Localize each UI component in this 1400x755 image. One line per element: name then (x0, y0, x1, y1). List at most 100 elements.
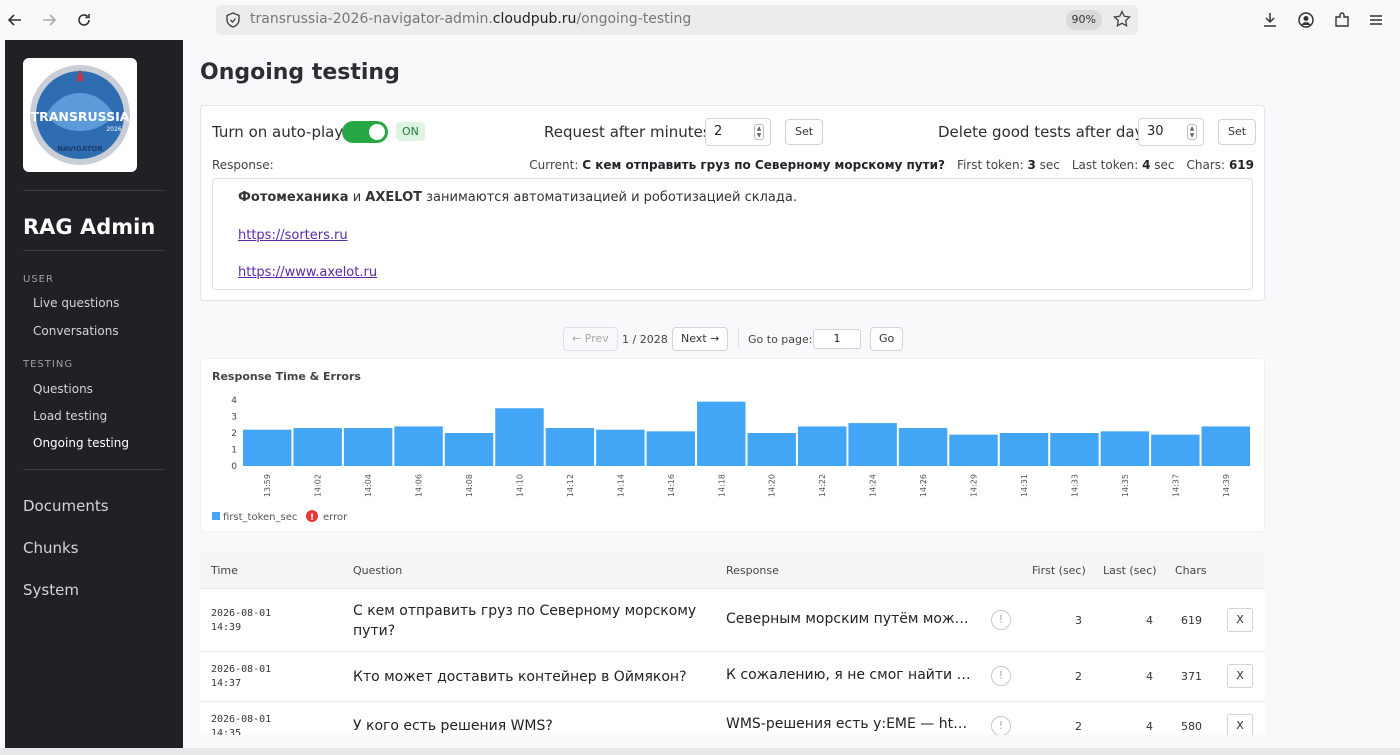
cell-response: К сожалению, я не смог найти отвечающие (726, 667, 971, 683)
table-row[interactable]: 2026-08-01 14:35 У кого есть решения WMS… (200, 701, 1265, 735)
status-strip (0, 748, 1400, 755)
table-row[interactable]: 2026-08-01 14:39 С кем отправить груз по… (200, 588, 1265, 651)
goto-page-input[interactable]: 1 (813, 329, 861, 349)
response-text: Фотомеханика и AXELOT занимаются автомат… (238, 190, 797, 205)
delete-row-button[interactable]: X (1227, 608, 1253, 632)
transrussia-logo[interactable]: N TRANSRUSSIA 2026 NAVIGATOR (23, 58, 137, 172)
delete-days-input[interactable]: 30 ▲ ▼ (1138, 118, 1204, 146)
account-icon[interactable] (1294, 8, 1318, 32)
set-delete-days-button[interactable]: Set (1218, 119, 1257, 145)
response-time-chart: Response Time & Errors 0 1 2 3 4 13:59 14:02 14… (200, 358, 1265, 532)
chart-bar (646, 431, 696, 466)
autoplay-toggle[interactable] (342, 121, 388, 143)
sidebar-item-conversations[interactable]: Conversations (33, 324, 119, 338)
error-indicator-icon: ! (991, 666, 1011, 686)
response-link-1[interactable]: https://sorters.ru (238, 228, 348, 243)
forward-arrow-icon[interactable] (37, 8, 61, 32)
response-link-2[interactable]: https://www.axelot.ru (238, 265, 377, 280)
table-row[interactable]: 2026-08-01 14:37 Кто может доставить кон… (200, 651, 1265, 701)
shield-icon[interactable] (224, 11, 242, 33)
downloads-icon[interactable] (1258, 8, 1282, 32)
chart-bar (848, 423, 897, 466)
y-tick-label: 1 (231, 446, 237, 456)
sidebar-item-ongoing-testing[interactable]: Ongoing testing (33, 436, 129, 450)
chart-bar (1201, 426, 1250, 466)
delete-row-button[interactable]: X (1227, 714, 1253, 735)
x-tick-label: 14:14 (616, 474, 625, 497)
cell-time: 2026-08-01 14:37 (211, 664, 272, 689)
prev-page-button[interactable]: ← Prev (563, 327, 618, 351)
chart-bar (1151, 434, 1200, 466)
sidebar: N TRANSRUSSIA 2026 NAVIGATOR RAG Admin U… (5, 40, 183, 755)
cell-first-sec: 2 (1075, 720, 1082, 733)
x-tick-label: 14:06 (415, 474, 424, 497)
bookmark-star-icon[interactable] (1112, 9, 1132, 33)
sidebar-item-questions[interactable]: Questions (33, 382, 93, 396)
cell-first-sec: 2 (1075, 670, 1082, 683)
svg-text:2026: 2026 (106, 126, 121, 133)
reload-icon[interactable] (72, 8, 96, 32)
address-bar[interactable]: transrussia-2026-navigator-admin.cloudpu… (216, 5, 1138, 35)
header-chars[interactable]: Chars (1175, 564, 1207, 577)
sidebar-item-live-questions[interactable]: Live questions (33, 296, 119, 310)
svg-text:NAVIGATOR: NAVIGATOR (57, 145, 103, 153)
chart-bar (949, 434, 998, 466)
chart-bar (999, 433, 1049, 466)
autoplay-label: Turn on auto-play: (212, 123, 348, 141)
cell-chars: 580 (1181, 720, 1202, 733)
sidebar-item-chunks[interactable]: Chunks (23, 539, 79, 557)
chart-bar (444, 433, 494, 466)
browser-toolbar: transrussia-2026-navigator-admin.cloudpu… (0, 0, 1400, 40)
header-response[interactable]: Response (726, 564, 779, 577)
sidebar-item-documents[interactable]: Documents (23, 497, 109, 515)
chart-svg: 0 1 2 3 4 13:59 14:02 14:04 14:06 14:08 14:10 14:12… (212, 396, 1250, 523)
error-indicator-icon: ! (991, 716, 1011, 735)
x-tick-label: 14:18 (717, 474, 726, 497)
go-button[interactable]: Go (870, 327, 904, 351)
chart-bar (243, 429, 292, 466)
menu-hamburger-icon[interactable] (1364, 8, 1388, 32)
cell-question: Кто может доставить контейнер в Оймякон? (353, 669, 687, 685)
pager-divider (738, 328, 739, 348)
sidebar-item-load-testing[interactable]: Load testing (33, 409, 107, 423)
legend-label-first-token: first_token_sec (223, 512, 297, 523)
next-page-button[interactable]: Next → (672, 327, 729, 351)
header-time[interactable]: Time (211, 564, 238, 577)
set-request-minutes-button[interactable]: Set (785, 119, 824, 145)
spinner-icon[interactable]: ▲ ▼ (1187, 124, 1197, 140)
y-tick-label: 0 (231, 462, 237, 472)
x-tick-label: 14:20 (768, 474, 777, 497)
back-arrow-icon[interactable] (3, 8, 27, 32)
x-tick-label: 14:24 (869, 474, 878, 497)
cell-chars: 371 (1181, 670, 1202, 683)
request-minutes-input[interactable]: 2 ▲ ▼ (705, 118, 771, 146)
cell-response: Северным морским путём можно отправить г… (726, 611, 971, 627)
x-tick-label: 14:22 (818, 474, 827, 497)
chart-bar (797, 426, 847, 466)
header-last-sec[interactable]: Last (sec) (1103, 564, 1157, 577)
current-question: С кем отправить груз по Северному морско… (582, 158, 945, 172)
header-question[interactable]: Question (353, 564, 402, 577)
svg-text:TRANSRUSSIA: TRANSRUSSIA (31, 109, 130, 124)
brand-title[interactable]: RAG Admin (23, 215, 155, 239)
x-tick-label: 14:37 (1171, 474, 1180, 497)
sidebar-divider (23, 469, 165, 470)
chart-bar (394, 426, 443, 466)
header-first-sec[interactable]: First (sec) (1032, 564, 1086, 577)
cell-response: WMS-решения есть у:EME — https://eme.ru (726, 716, 971, 732)
main-content: Ongoing testing Turn on auto-play: ON Re… (183, 40, 1400, 755)
delete-row-button[interactable]: X (1227, 664, 1253, 688)
sidebar-item-system[interactable]: System (23, 581, 79, 599)
extensions-icon[interactable] (1330, 8, 1354, 32)
zoom-level-badge[interactable]: 90% (1065, 10, 1102, 30)
chart-bar (343, 428, 393, 466)
chart-bar (545, 428, 595, 466)
x-tick-label: 14:04 (364, 474, 373, 497)
goto-page-label: Go to page: (748, 333, 813, 346)
chart-bar (898, 428, 948, 466)
y-tick-label: 2 (231, 429, 237, 439)
spinner-icon[interactable]: ▲ ▼ (754, 124, 764, 140)
error-indicator-icon: ! (991, 610, 1011, 630)
x-tick-label: 14:02 (314, 474, 323, 497)
request-minutes-label: Request after minutes: (544, 123, 716, 141)
